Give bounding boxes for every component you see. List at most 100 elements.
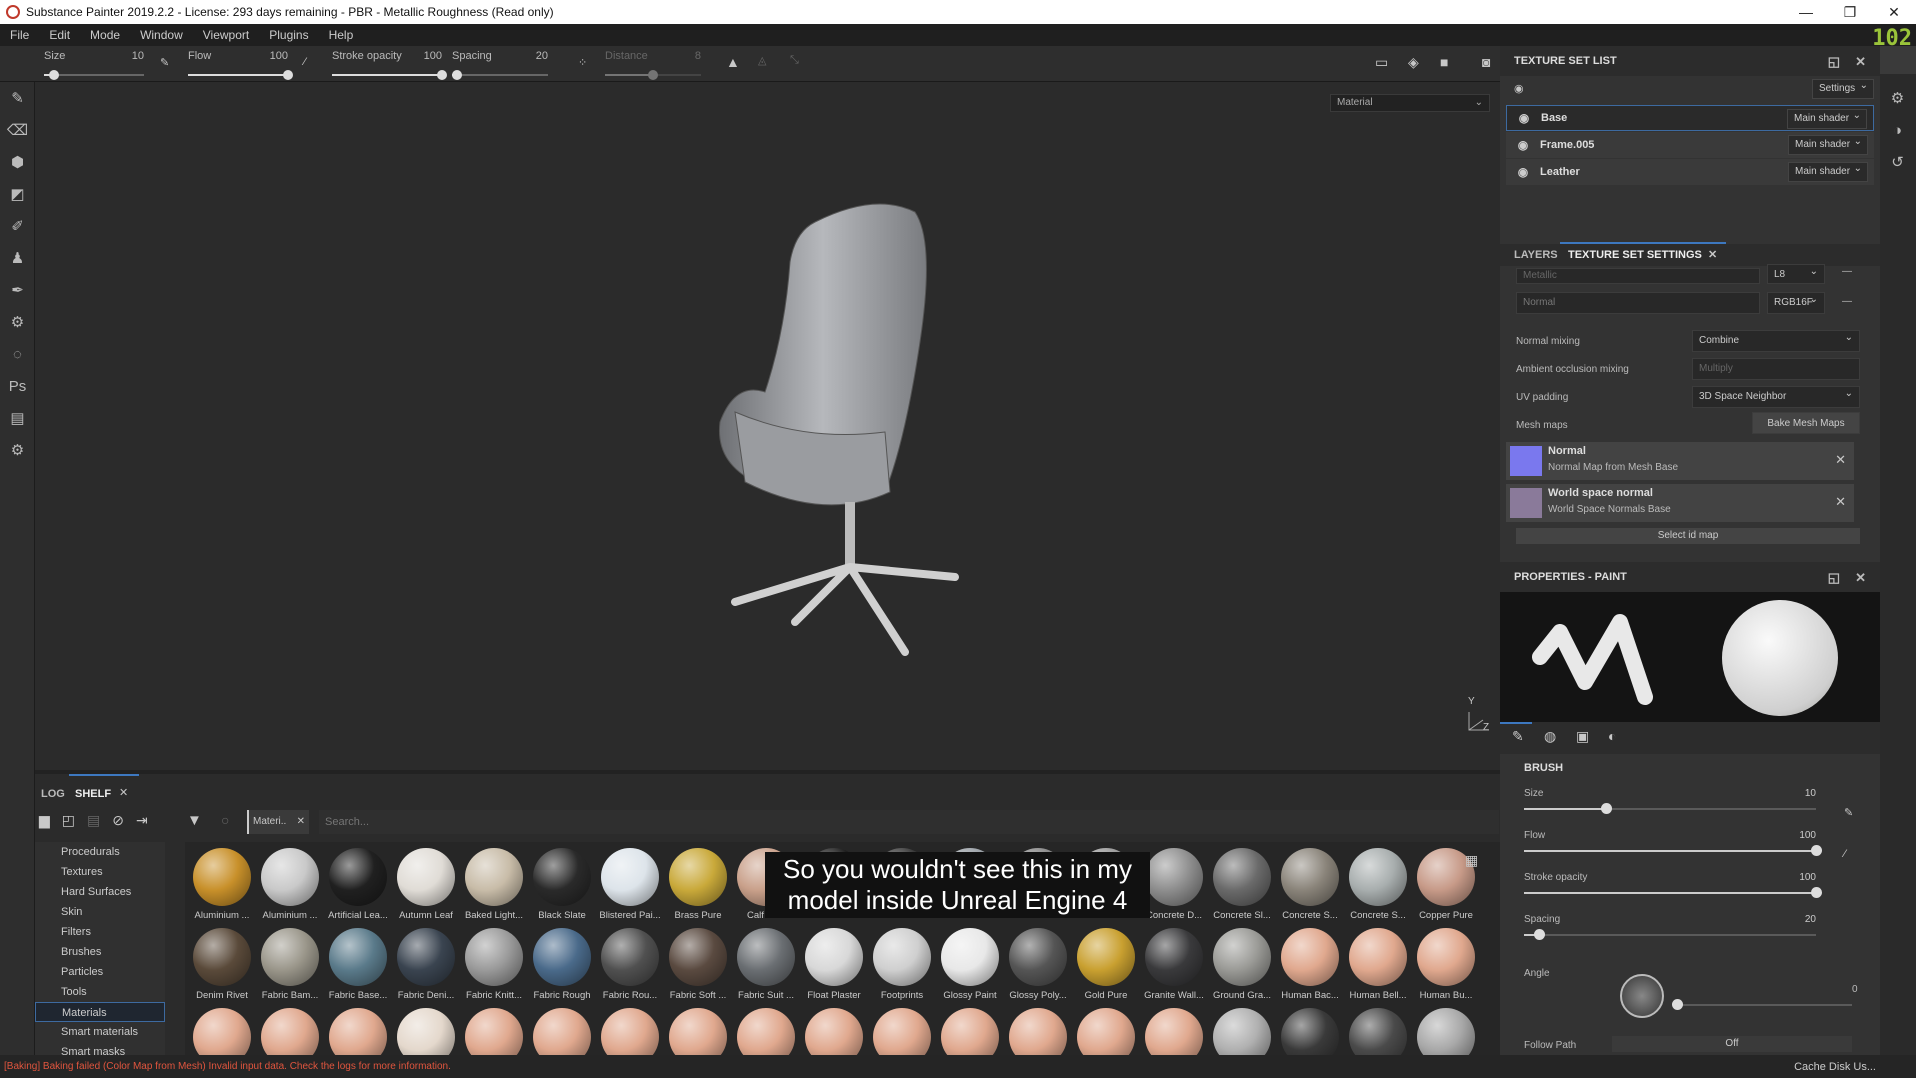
remove-map-icon[interactable]: ✕ — [1835, 494, 1846, 510]
display-settings-icon[interactable]: ◑ — [1880, 114, 1915, 146]
material-thumbnail[interactable]: Concrete Sl... — [1209, 848, 1275, 921]
remove-map-icon[interactable]: ✕ — [1835, 452, 1846, 468]
spacing-slider[interactable]: Spacing 20 — [451, 50, 548, 80]
flow-slider[interactable]: Flow 100 — [188, 50, 293, 80]
material-thumbnail[interactable]: Blistered Pai... — [597, 848, 663, 921]
material-thumbnail[interactable] — [1345, 1008, 1411, 1059]
material-thumbnail[interactable]: Human Bell... — [1345, 928, 1411, 1001]
texture-set-row[interactable]: ◉ Frame.005 Main shader — [1506, 132, 1874, 158]
menu-mode[interactable]: Mode — [90, 28, 120, 42]
metallic-channel-field[interactable]: Metallic — [1516, 268, 1760, 284]
tab-log[interactable]: LOG — [41, 788, 65, 800]
material-thumbnail[interactable]: Glossy Paint — [937, 928, 1003, 1001]
export-icon[interactable]: ⇥ — [136, 812, 148, 829]
stencil-tab-icon[interactable]: ▣ — [1576, 728, 1589, 745]
menu-viewport[interactable]: Viewport — [203, 28, 249, 42]
material-thumbnail[interactable] — [1073, 1008, 1139, 1059]
import-icon[interactable]: ▤ — [87, 812, 100, 829]
material-thumbnail[interactable]: Aluminium ... — [189, 848, 255, 921]
flow-slider-handle[interactable] — [283, 70, 293, 80]
material-thumbnail[interactable] — [869, 1008, 935, 1059]
uv-padding-dropdown[interactable]: 3D Space Neighbor — [1692, 386, 1860, 408]
new-shelf-icon[interactable]: ◰ — [62, 812, 75, 829]
material-thumbnail[interactable]: Float Plaster — [801, 928, 867, 1001]
close-tab-icon[interactable]: ✕ — [1708, 248, 1717, 261]
camera-icon[interactable]: ■ — [1440, 54, 1448, 70]
follow-path-toggle[interactable]: Off — [1612, 1036, 1852, 1052]
symmetry-options-icon[interactable]: ◬ — [758, 54, 766, 67]
normal-mixing-dropdown[interactable]: Combine — [1692, 330, 1860, 352]
slider-handle[interactable] — [1811, 845, 1822, 856]
shader-dropdown[interactable]: Main shader — [1788, 162, 1868, 182]
distance-slider-handle[interactable] — [648, 70, 658, 80]
float-panel-icon[interactable]: ◱ — [1828, 570, 1840, 586]
material-thumbnail[interactable]: Fabric Knitt... — [461, 928, 527, 1001]
tab-shelf[interactable]: SHELF — [75, 788, 111, 800]
iray-icon[interactable]: ◌ — [0, 338, 35, 370]
filter-icon[interactable]: ▼ — [187, 812, 202, 829]
material-thumbnail[interactable] — [1209, 1008, 1275, 1059]
material-thumbnail[interactable]: Aluminium ... — [257, 848, 323, 921]
normal-channel-field[interactable]: Normal — [1516, 292, 1760, 314]
material-thumbnail[interactable] — [597, 1008, 663, 1059]
grid-view-icon[interactable]: ▦ — [1465, 852, 1478, 869]
viewport-mode-dropdown[interactable]: Material ⌄ — [1330, 94, 1490, 112]
menu-help[interactable]: Help — [329, 28, 354, 42]
slider-handle[interactable] — [1533, 929, 1545, 940]
display-cube-icon[interactable]: ◈ — [1408, 54, 1419, 71]
material-thumbnail[interactable] — [801, 1008, 867, 1059]
material-thumbnail[interactable]: Fabric Bam... — [257, 928, 323, 1001]
slider-handle[interactable] — [1811, 887, 1822, 898]
shader-dropdown[interactable]: Main shader — [1787, 109, 1867, 129]
shader-dropdown[interactable]: Main shader — [1788, 135, 1868, 155]
shelf-category-hard-surfaces[interactable]: Hard Surfaces — [35, 882, 165, 902]
pen-pressure-icon[interactable]: ✎ — [160, 56, 169, 69]
minimize-button[interactable]: — — [1784, 0, 1828, 24]
alpha-tab-icon[interactable]: ◍ — [1544, 728, 1556, 745]
texture-set-row[interactable]: ◉ Leather Main shader — [1506, 159, 1874, 185]
size-slider-handle[interactable] — [49, 70, 59, 80]
flow-pressure-icon[interactable]: ⁄ — [304, 56, 306, 68]
menu-plugins[interactable]: Plugins — [269, 28, 308, 42]
size-pressure-icon[interactable]: ✎ — [1844, 806, 1853, 819]
remove-filter-icon[interactable]: ✕ — [297, 816, 305, 827]
export-icon[interactable]: ▤ — [0, 402, 35, 434]
shelf-category-skin[interactable]: Skin — [35, 902, 165, 922]
material-thumbnail[interactable]: Fabric Rou... — [597, 928, 663, 1001]
filter-chip[interactable]: Materi.. ✕ — [247, 810, 309, 834]
bake-mesh-maps-button[interactable]: Bake Mesh Maps — [1752, 412, 1860, 434]
color-picker-tool-icon[interactable]: ✒ — [0, 274, 35, 306]
float-panel-icon[interactable]: ◱ — [1828, 54, 1840, 70]
menu-file[interactable]: File — [10, 28, 29, 42]
remove-channel-icon[interactable]: — — [1842, 266, 1852, 277]
folder-icon[interactable]: ▆ — [39, 812, 50, 829]
3d-viewport[interactable]: Material ⌄ Y Z — [35, 82, 1500, 770]
menu-edit[interactable]: Edit — [49, 28, 70, 42]
close-panel-icon[interactable]: ✕ — [1855, 570, 1866, 586]
material-thumbnail[interactable]: Autumn Leaf — [393, 848, 459, 921]
viewport-frame-icon[interactable]: ▭ — [1375, 54, 1388, 71]
hide-icon[interactable]: ⊘ — [112, 812, 124, 829]
settings-icon[interactable]: ⚙ — [0, 434, 35, 466]
maximize-button[interactable]: ❐ — [1828, 0, 1872, 24]
shelf-category-particles[interactable]: Particles — [35, 962, 165, 982]
material-thumbnail[interactable]: Baked Light... — [461, 848, 527, 921]
material-thumbnail[interactable]: Gold Pure — [1073, 928, 1139, 1001]
material-thumbnail[interactable]: Human Bu... — [1413, 928, 1479, 1001]
material-thumbnail[interactable]: Denim Rivet — [189, 928, 255, 1001]
angle-slider[interactable] — [1678, 1004, 1852, 1006]
shelf-search-input[interactable] — [319, 810, 1499, 834]
material-thumbnail[interactable]: Fabric Rough — [529, 928, 595, 1001]
bake-icon[interactable]: ⚙ — [0, 306, 35, 338]
material-thumbnail[interactable]: Fabric Deni... — [393, 928, 459, 1001]
eye-icon[interactable]: ◉ — [1506, 165, 1540, 179]
spacing-slider-handle[interactable] — [451, 70, 462, 80]
projection-tool-icon[interactable]: ⬢ — [0, 146, 35, 178]
tab-layers[interactable]: LAYERS — [1514, 249, 1558, 261]
material-thumbnail[interactable] — [1277, 1008, 1343, 1059]
flow-pressure-icon[interactable]: ⁄ — [1844, 848, 1846, 860]
material-thumbnail[interactable]: Glossy Poly... — [1005, 928, 1071, 1001]
eye-icon[interactable]: ◉ — [1506, 138, 1540, 152]
shelf-category-filters[interactable]: Filters — [35, 922, 165, 942]
brush-tab-icon[interactable]: ✎ — [1512, 728, 1524, 745]
